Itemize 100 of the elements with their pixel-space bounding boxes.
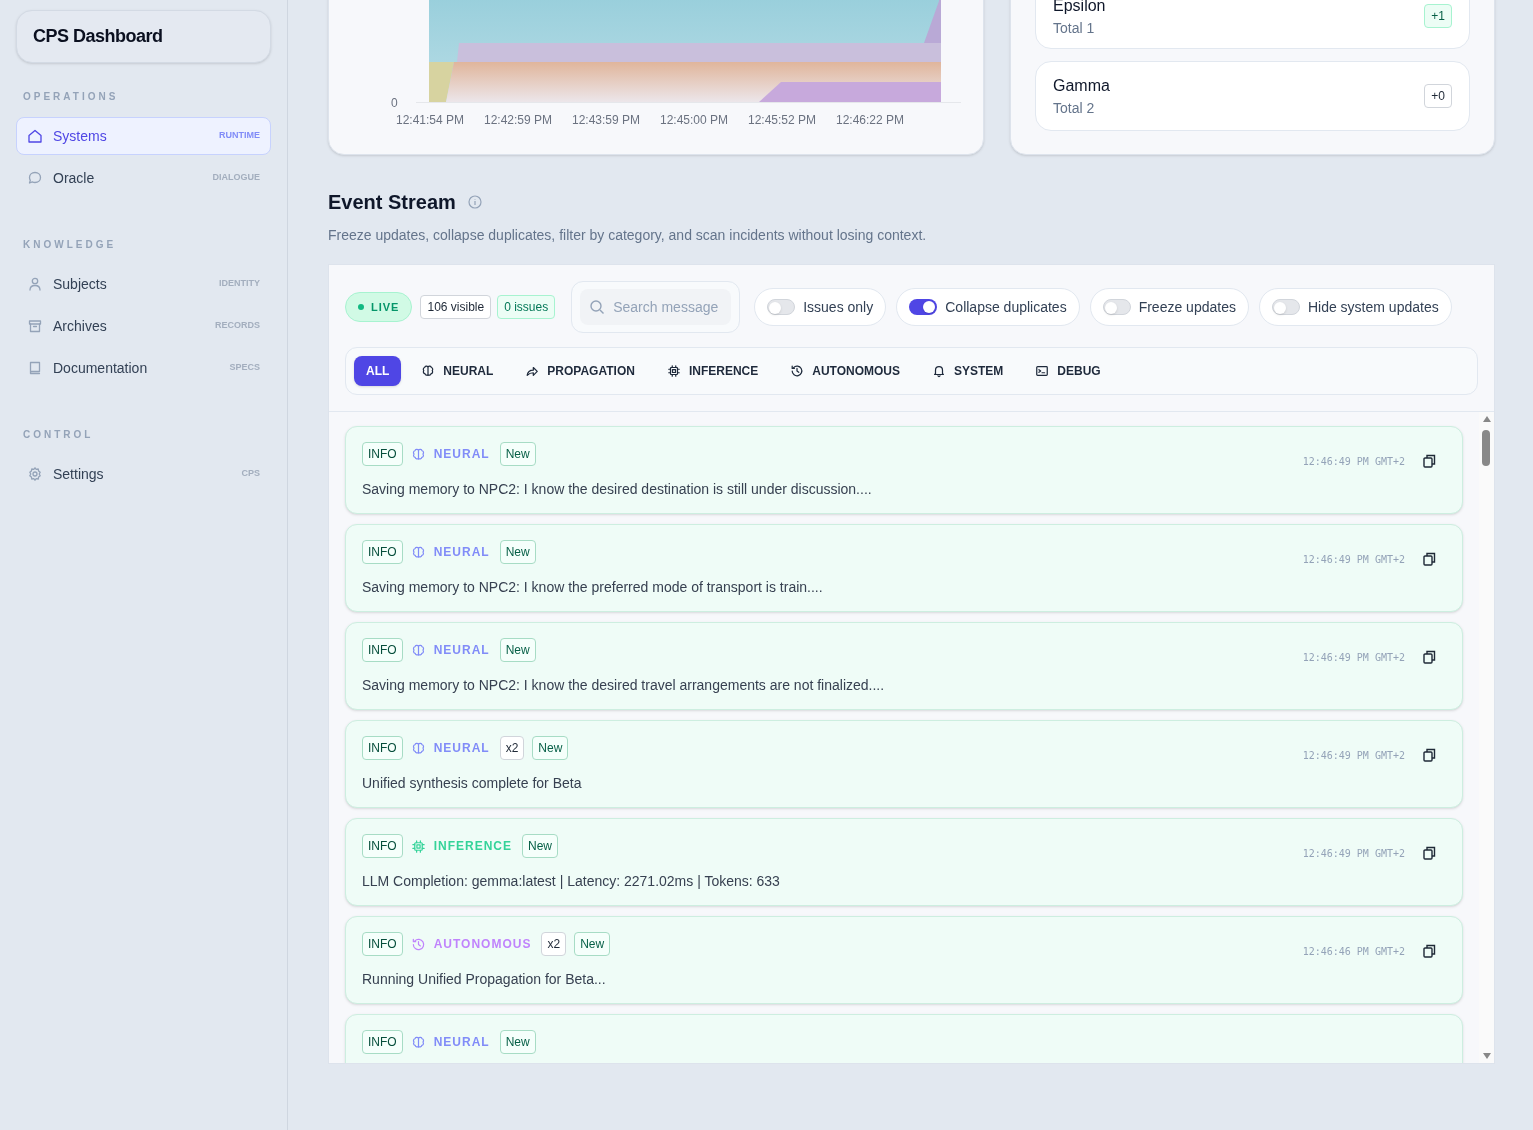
nav-item[interactable]: Systems RUNTIME — [16, 117, 271, 155]
brain-icon — [410, 740, 426, 756]
search-field[interactable]: Search message — [580, 289, 732, 325]
issues-badge: 0 issues — [497, 295, 556, 319]
history-icon — [410, 936, 426, 952]
copy-icon[interactable] — [1423, 748, 1436, 762]
event-time: 12:46:49 PM GMT+2 — [1302, 847, 1405, 861]
filter-tab[interactable]: ALL — [354, 356, 402, 386]
count-badge: x2 — [499, 736, 525, 760]
event-time: 12:46:46 PM GMT+2 — [1302, 945, 1405, 959]
nav-item[interactable]: Oracle DIALOGUE — [16, 159, 271, 197]
toggle-switch[interactable] — [1271, 299, 1300, 315]
toggle-switch[interactable] — [909, 299, 938, 315]
new-badge: New — [499, 540, 536, 564]
new-badge: New — [499, 1030, 536, 1054]
toggle-chip[interactable]: Collapse duplicates — [896, 288, 1080, 326]
archive-box-icon — [27, 318, 43, 334]
category-label: NEURAL — [433, 740, 490, 757]
category-label: NEURAL — [433, 1034, 490, 1051]
nav-tag: DIALOGUE — [212, 171, 260, 185]
entity-total: Total 2 — [1053, 98, 1096, 118]
section-label: KNOWLEDGE — [22, 238, 118, 252]
event-time: 12:46:49 PM GMT+2 — [1302, 749, 1405, 763]
nav-item[interactable]: Subjects IDENTITY — [16, 265, 271, 303]
history-icon — [790, 364, 805, 378]
event-message: Saving memory to NPC2: I know the preferred mode of transport is train.... — [362, 578, 824, 597]
axis-tick-label: 0 — [391, 95, 398, 112]
entity-name: Gamma — [1053, 75, 1110, 96]
level-badge: INFO — [362, 834, 403, 858]
toggle-chip[interactable]: Freeze updates — [1089, 288, 1249, 326]
event-time: 12:46:49 PM GMT+2 — [1302, 553, 1405, 567]
level-badge: INFO — [362, 638, 403, 662]
axis-tick-label: 12:46:22 PM — [835, 112, 905, 129]
new-badge: New — [499, 638, 536, 662]
app-title: CPS Dashboard — [33, 25, 163, 48]
search-icon — [589, 299, 606, 315]
copy-icon[interactable] — [1423, 454, 1436, 468]
brain-icon — [421, 364, 436, 378]
toggle-switch[interactable] — [1102, 299, 1131, 315]
axis-tick-label: 12:43:59 PM — [571, 112, 641, 129]
category-label: INFERENCE — [433, 838, 512, 855]
brain-icon — [410, 544, 426, 560]
section-label: OPERATIONS — [22, 90, 120, 104]
copy-icon[interactable] — [1423, 552, 1436, 566]
toggle-switch[interactable] — [767, 299, 796, 315]
copy-icon[interactable] — [1423, 650, 1436, 664]
filter-tab[interactable]: INFERENCE — [654, 356, 771, 386]
filter-tab[interactable]: SYSTEM — [920, 356, 1016, 386]
event-message: Saving memory to NPC2: I know the desired destination is still under discussion.... — [362, 480, 873, 499]
toggle-chip[interactable]: Hide system updates — [1258, 288, 1452, 326]
axis-tick-label: 12:41:54 PM — [395, 112, 465, 129]
level-badge: INFO — [362, 1030, 403, 1054]
count-badge: x2 — [541, 932, 567, 956]
event-message: Running Unified Propagation for Beta... — [362, 970, 607, 989]
category-label: NEURAL — [433, 446, 490, 463]
entity-total: Total 1 — [1053, 18, 1096, 38]
copy-icon[interactable] — [1423, 944, 1436, 958]
filter-tab[interactable]: NEURAL — [409, 356, 506, 386]
filter-tab[interactable]: AUTONOMOUS — [778, 356, 912, 386]
axis-tick-label: 12:45:00 PM — [659, 112, 729, 129]
nav-label: Archives — [53, 316, 107, 336]
nav-item[interactable]: Documentation SPECS — [16, 349, 271, 387]
toggle-chip[interactable]: Issues only — [754, 288, 887, 326]
event-time: 12:46:49 PM GMT+2 — [1302, 455, 1405, 469]
level-badge: INFO — [362, 442, 403, 466]
chip-icon — [410, 838, 426, 854]
section-label: CONTROL — [22, 428, 95, 442]
category-label: NEURAL — [433, 544, 490, 561]
user-icon — [27, 276, 43, 292]
filter-tab[interactable]: DEBUG — [1023, 356, 1113, 386]
filter-tab[interactable]: PROPAGATION — [513, 356, 647, 386]
axis-tick-label: 12:45:52 PM — [747, 112, 817, 129]
nav-label: Settings — [53, 464, 104, 484]
brain-icon — [410, 1034, 426, 1050]
event-time: 12:46:49 PM GMT+2 — [1302, 651, 1405, 665]
nav-tag: CPS — [241, 467, 260, 481]
event-message: Saving memory to NPC2: I know the desired travel arrangements are not finalized.... — [362, 676, 886, 695]
brain-icon — [410, 446, 426, 462]
brain-icon — [410, 642, 426, 658]
delta-badge: +0 — [1424, 84, 1452, 108]
chat-bubble-icon — [27, 170, 43, 186]
live-badge: LIVE — [345, 292, 413, 322]
delta-badge: +1 — [1424, 4, 1452, 28]
nav-label: Oracle — [53, 168, 95, 188]
nav-label: Documentation — [53, 358, 148, 378]
book-icon — [27, 360, 43, 376]
nav-item[interactable]: Settings CPS — [16, 455, 271, 493]
share-arrow-icon — [525, 364, 540, 378]
section-description: Freeze updates, collapse duplicates, filter by category, and scan incidents without losing context. — [328, 226, 928, 245]
nav-tag: RUNTIME — [219, 129, 260, 143]
new-badge: New — [574, 932, 611, 956]
bell-icon — [932, 364, 946, 378]
level-badge: INFO — [362, 540, 403, 564]
copy-icon[interactable] — [1423, 846, 1436, 860]
chip-icon — [666, 364, 681, 378]
nav-item[interactable]: Archives RECORDS — [16, 307, 271, 345]
category-label: NEURAL — [433, 642, 490, 659]
event-message: Unified synthesis complete for Beta — [362, 774, 583, 793]
count-badge: 106 visible — [420, 295, 492, 319]
level-badge: INFO — [362, 932, 403, 956]
